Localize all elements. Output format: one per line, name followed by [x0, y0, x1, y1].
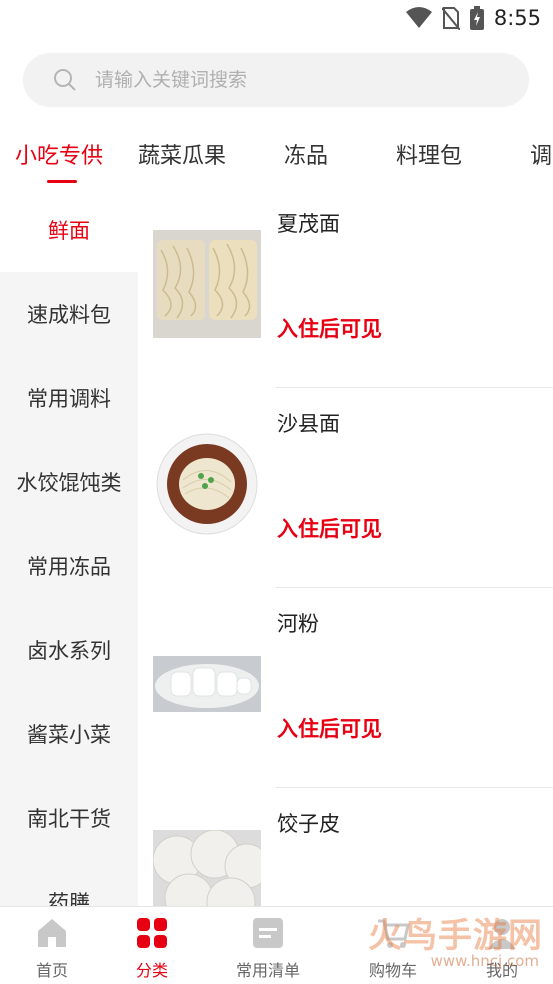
nav-category[interactable]: 分类: [102, 915, 202, 981]
tab-snacks[interactable]: 小吃专供: [15, 138, 103, 170]
product-price-note: 入住后可见: [277, 517, 382, 541]
search-icon: [54, 69, 76, 91]
nav-common-list-label: 常用清单: [235, 961, 300, 980]
product-image: [153, 430, 261, 538]
sidebar-item-frozen[interactable]: 常用冻品: [0, 524, 138, 608]
product-name: 河粉: [277, 612, 319, 636]
sidebar-item-dry-goods[interactable]: 南北干货: [0, 776, 138, 860]
status-icons: 8:55: [405, 6, 541, 30]
product-image: [153, 830, 261, 906]
product-item[interactable]: 河粉 入住后可见: [138, 588, 553, 788]
sidebar-item-instant-seasoning[interactable]: 速成料包: [0, 272, 138, 356]
nav-profile[interactable]: 我的: [452, 915, 552, 981]
nav-common-list[interactable]: 常用清单: [218, 915, 318, 981]
product-price-note: 入住后可见: [277, 717, 382, 741]
sidebar: 鲜面 速成料包 常用调料 水饺馄饨类 常用冻品 卤水系列 酱菜小菜 南北干货 药…: [0, 188, 138, 906]
product-item[interactable]: 夏茂面 入住后可见: [138, 188, 553, 388]
nav-home[interactable]: 首页: [2, 915, 102, 981]
sidebar-item-fresh-noodles[interactable]: 鲜面: [0, 188, 138, 272]
list-icon: [253, 918, 283, 948]
product-item[interactable]: 沙县面 入住后可见: [138, 388, 553, 588]
user-icon: [488, 919, 516, 949]
nav-cart-label: 购物车: [368, 961, 417, 980]
search-bar[interactable]: [23, 53, 529, 107]
no-sim-icon: [441, 7, 460, 30]
nav-category-label: 分类: [135, 961, 168, 980]
bottom-nav: 首页 分类 常用清单 购物车 我的: [0, 906, 553, 984]
tab-meal-kits[interactable]: 料理包: [396, 138, 462, 170]
product-image: [153, 230, 261, 338]
sidebar-item-pickles[interactable]: 酱菜小菜: [0, 692, 138, 776]
sidebar-item-common-seasoning[interactable]: 常用调料: [0, 356, 138, 440]
search-input[interactable]: [93, 68, 477, 92]
tab-seasoning[interactable]: 调: [530, 138, 552, 170]
category-tabs: 小吃专供 蔬菜瓜果 冻品 料理包 调: [0, 128, 553, 188]
status-bar: 8:55: [0, 0, 553, 38]
product-name: 夏茂面: [277, 212, 340, 236]
nav-cart[interactable]: 购物车: [343, 915, 443, 981]
nav-home-label: 首页: [35, 961, 68, 980]
category-icon: [137, 918, 167, 948]
battery-icon: [469, 6, 484, 30]
product-item[interactable]: 饺子皮: [138, 788, 553, 906]
tab-frozen[interactable]: 冻品: [284, 138, 328, 170]
product-name: 沙县面: [277, 412, 340, 436]
sidebar-item-herbal[interactable]: 药膳: [0, 860, 138, 906]
home-icon: [38, 919, 66, 947]
sidebar-item-braised[interactable]: 卤水系列: [0, 608, 138, 692]
tab-vegetables[interactable]: 蔬菜瓜果: [138, 138, 226, 170]
status-time: 8:55: [493, 6, 541, 30]
wifi-icon: [405, 7, 432, 28]
sidebar-item-dumplings[interactable]: 水饺馄饨类: [0, 440, 138, 524]
product-name: 饺子皮: [277, 812, 340, 836]
product-list: 夏茂面 入住后可见 沙县面 入住后可见 河粉 入住后可见 饺子皮: [138, 188, 553, 906]
product-price-note: 入住后可见: [277, 317, 382, 341]
active-tab-indicator: [47, 180, 77, 183]
product-image: [153, 656, 261, 712]
cart-icon: [378, 919, 410, 948]
nav-profile-label: 我的: [485, 961, 518, 980]
